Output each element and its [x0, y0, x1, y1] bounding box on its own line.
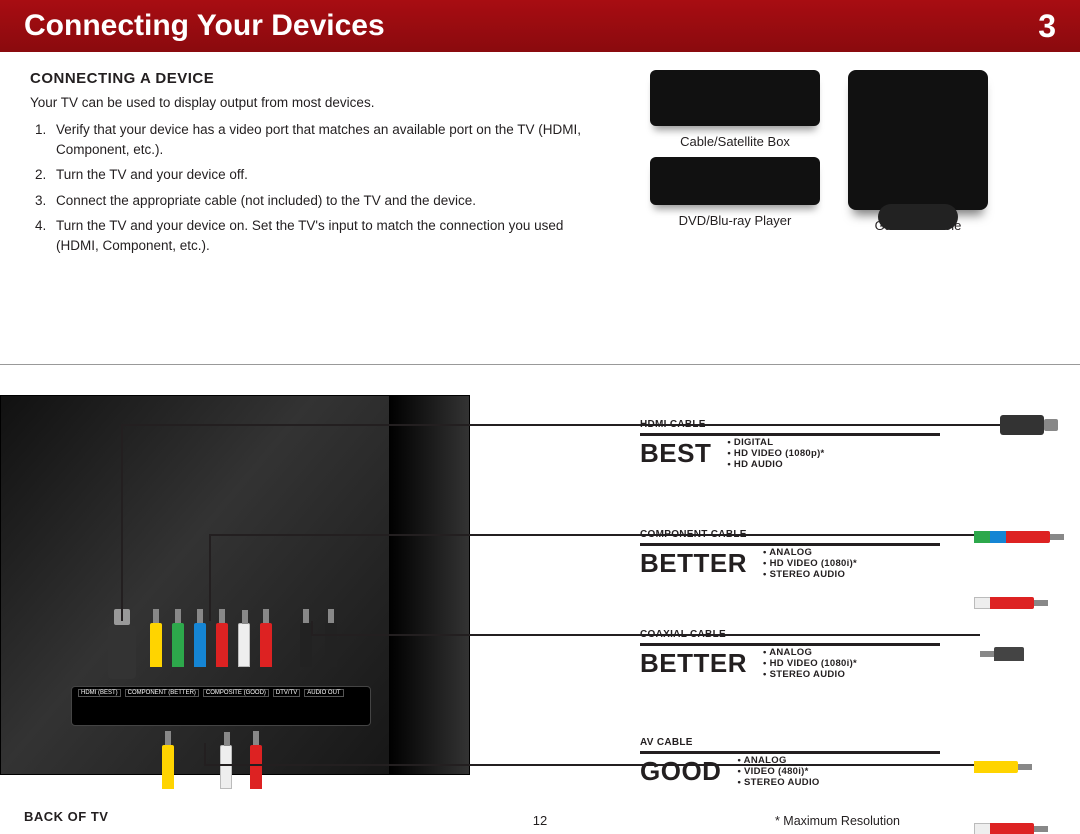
cable-bullets: DIGITAL HD VIDEO (1080p)* HD AUDIO	[727, 437, 824, 470]
section-heading: CONNECTING A DEVICE	[30, 70, 600, 87]
av-panel: AV CABLE GOOD ANALOG VIDEO (480i)* STERE…	[640, 755, 940, 788]
step-list: Verify that your device has a video port…	[30, 120, 600, 255]
cable-title: COAXIAL CABLE	[640, 629, 726, 640]
rca-red-icon	[250, 745, 262, 789]
cable-rank: BETTER	[640, 648, 747, 679]
cable-box-label: Cable/Satellite Box	[680, 134, 790, 149]
step-item: Verify that your device has a video port…	[50, 120, 600, 159]
port-label: DTV/TV	[273, 689, 300, 697]
port-label: HDMI (BEST)	[78, 689, 121, 697]
bullet: HD AUDIO	[727, 459, 824, 470]
hdmi-connector-icon	[1000, 415, 1044, 435]
dvd-icon	[650, 157, 820, 205]
intro-text: Your TV can be used to display output fr…	[30, 95, 600, 110]
bullet: STEREO AUDIO	[737, 777, 819, 788]
wiring-diagram: HDMI (BEST) COMPONENT (BETTER) COMPOSITE…	[0, 364, 1080, 834]
bullet: ANALOG	[763, 647, 857, 658]
cable-bullets: ANALOG VIDEO (480i)* STEREO AUDIO	[737, 755, 819, 788]
page-title: Connecting Your Devices	[24, 9, 1038, 43]
coax-panel: COAXIAL CABLE BETTER ANALOG HD VIDEO (10…	[640, 647, 940, 680]
port-label: AUDIO OUT	[304, 689, 343, 697]
rca-black-icon	[325, 623, 337, 667]
rca-yellow-icon	[150, 623, 162, 667]
chapter-number: 3	[1038, 8, 1056, 45]
cable-rank: GOOD	[640, 756, 721, 787]
hdmi-plug-icon	[108, 625, 136, 679]
rca-black-icon	[300, 623, 312, 667]
cable-rank: BEST	[640, 438, 711, 469]
footnote: * Maximum Resolution	[775, 814, 900, 828]
step-item: Turn the TV and your device on. Set the …	[50, 216, 600, 255]
content-area: CONNECTING A DEVICE Your TV can be used …	[0, 52, 1080, 261]
dvd-label: DVD/Blu-ray Player	[679, 213, 792, 228]
cable-title: AV CABLE	[640, 737, 693, 748]
coax-connector-icon	[994, 647, 1024, 661]
port-label: COMPOSITE (GOOD)	[203, 689, 269, 697]
bullet: STEREO AUDIO	[763, 669, 857, 680]
step-item: Turn the TV and your device off.	[50, 165, 600, 185]
rca-blue-icon	[194, 623, 206, 667]
hdmi-panel: HDMI CABLE BEST DIGITAL HD VIDEO (1080p)…	[640, 437, 940, 470]
device-grid: Cable/Satellite Box DVD/Blu-ray Player G…	[650, 70, 1050, 233]
step-item: Connect the appropriate cable (not inclu…	[50, 191, 600, 211]
device-column: Cable/Satellite Box DVD/Blu-ray Player G…	[600, 70, 1050, 261]
bullet: VIDEO (480i)*	[737, 766, 819, 777]
bullet: HD VIDEO (1080p)*	[727, 448, 824, 459]
text-column: CONNECTING A DEVICE Your TV can be used …	[30, 70, 600, 261]
bullet: DIGITAL	[727, 437, 824, 448]
page-number: 12	[0, 813, 1080, 828]
cable-rank: BETTER	[640, 548, 747, 579]
component-connectors-icon	[990, 515, 1034, 625]
cable-title: HDMI CABLE	[640, 419, 706, 430]
tv-back-image: HDMI (BEST) COMPONENT (BETTER) COMPOSITE…	[0, 395, 470, 775]
tv-port-strip: HDMI (BEST) COMPONENT (BETTER) COMPOSITE…	[71, 686, 371, 726]
page-header: Connecting Your Devices 3	[0, 0, 1080, 52]
device-col-left: Cable/Satellite Box DVD/Blu-ray Player	[650, 70, 820, 233]
rca-green-icon	[172, 623, 184, 667]
rca-red-icon	[216, 623, 228, 667]
game-console-icon	[848, 70, 988, 210]
bullet: HD VIDEO (1080i)*	[763, 558, 857, 569]
port-label: COMPONENT (BETTER)	[125, 689, 199, 697]
rca-white-icon	[220, 745, 232, 789]
device-col-right: Game Console	[848, 70, 988, 233]
bullet: ANALOG	[763, 547, 857, 558]
rca-yellow-icon	[162, 745, 174, 789]
bullet: STEREO AUDIO	[763, 569, 857, 580]
rca-red-icon	[260, 623, 272, 667]
component-panel: COMPONENT CABLE BETTER ANALOG HD VIDEO (…	[640, 547, 940, 580]
bullet: HD VIDEO (1080i)*	[763, 658, 857, 669]
bullet: ANALOG	[737, 755, 819, 766]
cable-title: COMPONENT CABLE	[640, 529, 747, 540]
cable-bullets: ANALOG HD VIDEO (1080i)* STEREO AUDIO	[763, 547, 857, 580]
cable-box-icon	[650, 70, 820, 126]
cable-bullets: ANALOG HD VIDEO (1080i)* STEREO AUDIO	[763, 647, 857, 680]
rca-white-icon	[238, 623, 250, 667]
